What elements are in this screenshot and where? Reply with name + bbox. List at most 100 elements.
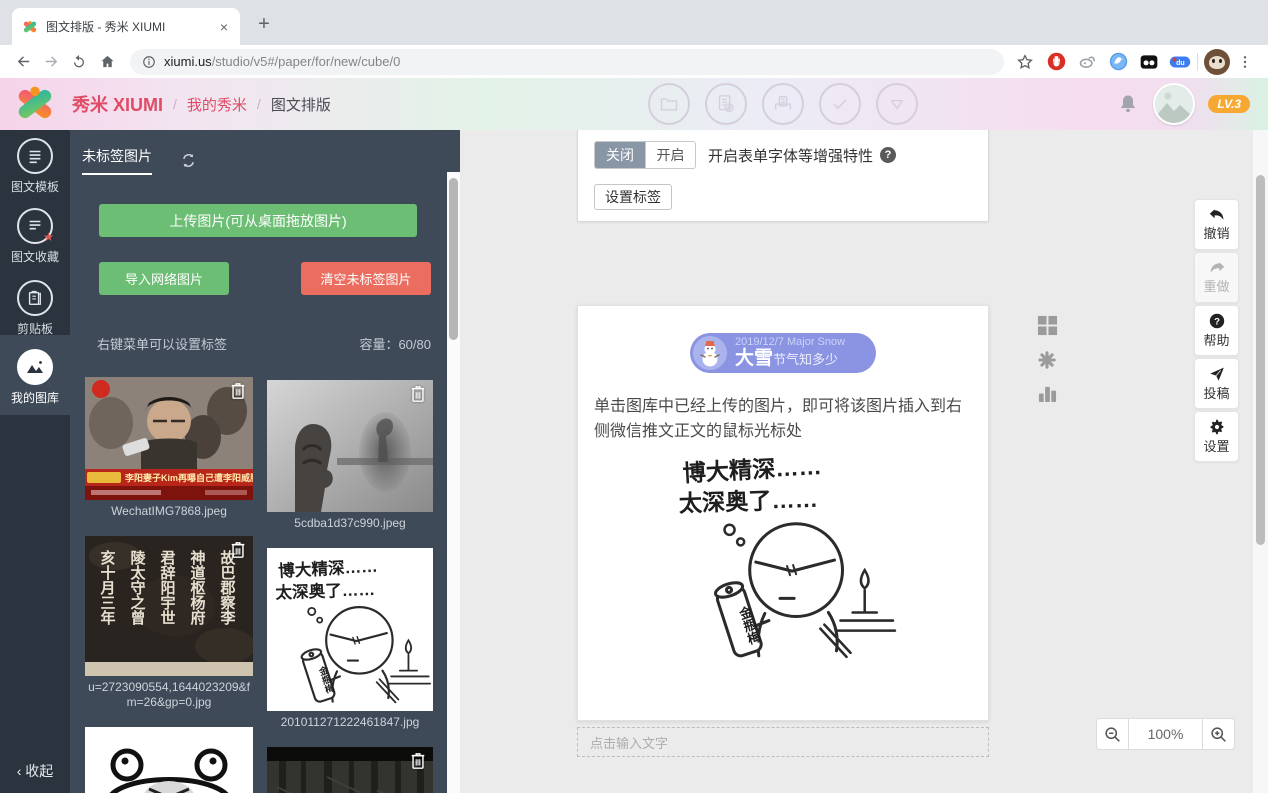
panel-scrollbar[interactable]: [447, 172, 460, 793]
image-filename: 5cdba1d37c990.jpeg: [267, 516, 433, 531]
zoom-in-button[interactable]: [1202, 718, 1235, 750]
tool-label: 撤销: [1203, 223, 1229, 242]
user-avatar[interactable]: [1153, 83, 1195, 125]
svg-text:亥十月三年: 亥十月三年: [99, 549, 117, 626]
grid-column-right: 5cdba1d37c990.jpeg: [267, 377, 433, 793]
gear-icon: [1209, 419, 1225, 435]
set-tag-button[interactable]: 设置标签: [594, 184, 672, 210]
browser-toolbar: xiumi.us/studio/v5#/paper/for/new/cube/0…: [0, 45, 1268, 78]
comic-image[interactable]: 博大精深…… 太深奥了…… 金瓶梅: [667, 448, 899, 662]
brand-link[interactable]: 秀米 XIUMI: [72, 91, 163, 117]
new-tab-button[interactable]: +: [250, 11, 278, 39]
placeholder-text: 点击输入文字: [590, 733, 668, 752]
text-input-placeholder-block[interactable]: 点击输入文字: [577, 727, 989, 757]
xiumi-favicon-icon: [22, 19, 38, 35]
rail-item-label: 图文模板: [0, 178, 70, 195]
upload-images-button[interactable]: 上传图片(可从桌面拖放图片): [99, 204, 417, 237]
list-item: 博大精深…… 太深奥了…… 金瓶梅 201011271222461847.jpg: [267, 548, 433, 730]
import-web-images-button[interactable]: 导入网络图片: [99, 262, 229, 295]
zoom-out-button[interactable]: [1096, 718, 1129, 750]
solar-term-badge[interactable]: 2019/12/7 Major Snow 大雪节气知多少: [690, 333, 876, 373]
breadcrumb-my-xiumi[interactable]: 我的秀米: [187, 94, 247, 115]
address-bar[interactable]: xiumi.us/studio/v5#/paper/for/new/cube/0: [130, 49, 1004, 75]
trash-icon[interactable]: [229, 381, 247, 401]
layout-grid-icon[interactable]: [1037, 315, 1058, 336]
browser-menu-icon[interactable]: [1232, 49, 1258, 75]
url-text: xiumi.us/studio/v5#/paper/for/new/cube/0: [164, 54, 400, 69]
header-action-icons: [648, 83, 918, 125]
main-scrollbar-thumb[interactable]: [1256, 175, 1265, 545]
settings-button[interactable]: 设置: [1194, 411, 1239, 462]
tab-untagged-images[interactable]: 未标签图片: [82, 146, 152, 175]
breadcrumb-current: 图文排版: [271, 94, 331, 115]
folder-icon[interactable]: [648, 83, 690, 125]
check-icon[interactable]: [819, 83, 861, 125]
collapse-button[interactable]: ‹ 收起: [0, 761, 70, 781]
svg-text:故巴郡察李: 故巴郡察李: [219, 549, 237, 626]
capacity-text: 容量：60/80: [359, 334, 431, 353]
toggle-on-button[interactable]: 开启: [645, 142, 695, 168]
bird-extension-icon[interactable]: [1107, 51, 1129, 73]
save-template-icon[interactable]: [705, 83, 747, 125]
list-item: 5cdba1d37c990.jpeg: [267, 380, 433, 531]
browser-profile-avatar[interactable]: [1204, 49, 1230, 75]
adblock-extension-icon[interactable]: [1045, 51, 1067, 73]
back-icon[interactable]: [10, 49, 36, 75]
thumbnail-news-photo[interactable]: 李阳妻子Kim再曝自己遭李阳威胁: [85, 377, 253, 500]
refresh-icon[interactable]: [180, 152, 197, 169]
thumbnail-comic[interactable]: 博大精深…… 太深奥了…… 金瓶梅: [267, 548, 433, 711]
rail-item-templates[interactable]: 图文模板: [0, 138, 70, 195]
redo-button[interactable]: 重做: [1194, 252, 1239, 303]
flower-asterisk-icon[interactable]: [1038, 351, 1056, 369]
thumbnail-bear-meme[interactable]: [85, 727, 253, 793]
undo-button[interactable]: 撤销: [1194, 199, 1239, 250]
glasses-extension-icon[interactable]: [1138, 51, 1160, 73]
trash-icon[interactable]: [409, 751, 427, 771]
browser-tab[interactable]: 图文排版 - 秀米 XIUMI ×: [12, 8, 240, 45]
clipboard-icon: [17, 280, 53, 316]
notification-bell-icon[interactable]: [1116, 92, 1140, 116]
panel-scrollbar-thumb[interactable]: [449, 178, 458, 340]
main-scrollbar[interactable]: [1253, 130, 1268, 793]
help-button[interactable]: ? 帮助: [1194, 305, 1239, 356]
clear-untagged-button[interactable]: 清空未标签图片: [301, 262, 431, 295]
svg-text:陵太守之曾: 陵太守之曾: [129, 549, 146, 626]
triangle-down-icon[interactable]: [876, 83, 918, 125]
trash-icon[interactable]: [409, 384, 427, 404]
home-icon[interactable]: [94, 49, 120, 75]
toggle-off-button[interactable]: 关闭: [595, 142, 645, 168]
enhance-toggle[interactable]: 关闭 开启: [594, 141, 696, 169]
reload-icon[interactable]: [66, 49, 92, 75]
cloud-extension-icon[interactable]: [1076, 51, 1098, 73]
badge-texts: 2019/12/7 Major Snow 大雪节气知多少: [735, 336, 845, 370]
rail-item-my-gallery[interactable]: 我的图库: [0, 335, 70, 415]
forward-icon[interactable]: [38, 49, 64, 75]
xiumi-logo[interactable]: [14, 83, 56, 125]
level-badge[interactable]: LV.3: [1208, 95, 1250, 113]
help-question-icon[interactable]: ?: [880, 147, 896, 163]
url-path: /studio/v5#/paper/for/new/cube/0: [212, 54, 401, 69]
breadcrumb-separator: /: [173, 96, 177, 112]
submit-button[interactable]: 投稿: [1194, 358, 1239, 409]
list-item: 李阳妻子Kim再曝自己遭李阳威胁 WechatIMG7868.jpeg: [85, 377, 253, 519]
body-paragraph[interactable]: 单击图库中已经上传的图片，即可将该图片插入到右侧微信推文正文的鼠标光标处: [594, 394, 972, 444]
rail-item-favorites[interactable]: ★ 图文收藏: [0, 208, 70, 265]
thumbnail-stone-rubbing[interactable]: 亥十月三年 陵太守之曾 君辞阳宇世 神道枢杨府 故巴郡察李: [85, 536, 253, 676]
svg-text:?: ?: [1214, 316, 1220, 327]
print-doc-icon[interactable]: [762, 83, 804, 125]
bar-chart-icon[interactable]: [1037, 384, 1058, 403]
thumbnail-forest[interactable]: [267, 747, 433, 793]
collapse-label: 收起: [25, 763, 53, 779]
page-info-icon[interactable]: [142, 55, 156, 69]
thumbnail-bw-photo[interactable]: [267, 380, 433, 512]
article-paper[interactable]: 2019/12/7 Major Snow 大雪节气知多少 单击图库中已经上传的图…: [577, 305, 989, 721]
favorite-lines-star-icon: ★: [17, 208, 53, 244]
zoom-controls: 100%: [1096, 718, 1235, 750]
bookmark-star-icon[interactable]: [1014, 51, 1036, 73]
tab-close-icon[interactable]: ×: [216, 19, 232, 35]
trash-icon[interactable]: [229, 540, 247, 560]
image-filename: WechatIMG7868.jpeg: [85, 504, 253, 519]
tag-hint-text: 右键菜单可以设置标签: [97, 334, 227, 353]
du-extension-icon[interactable]: du: [1169, 51, 1191, 73]
rail-item-clipboard[interactable]: 剪贴板: [0, 280, 70, 337]
